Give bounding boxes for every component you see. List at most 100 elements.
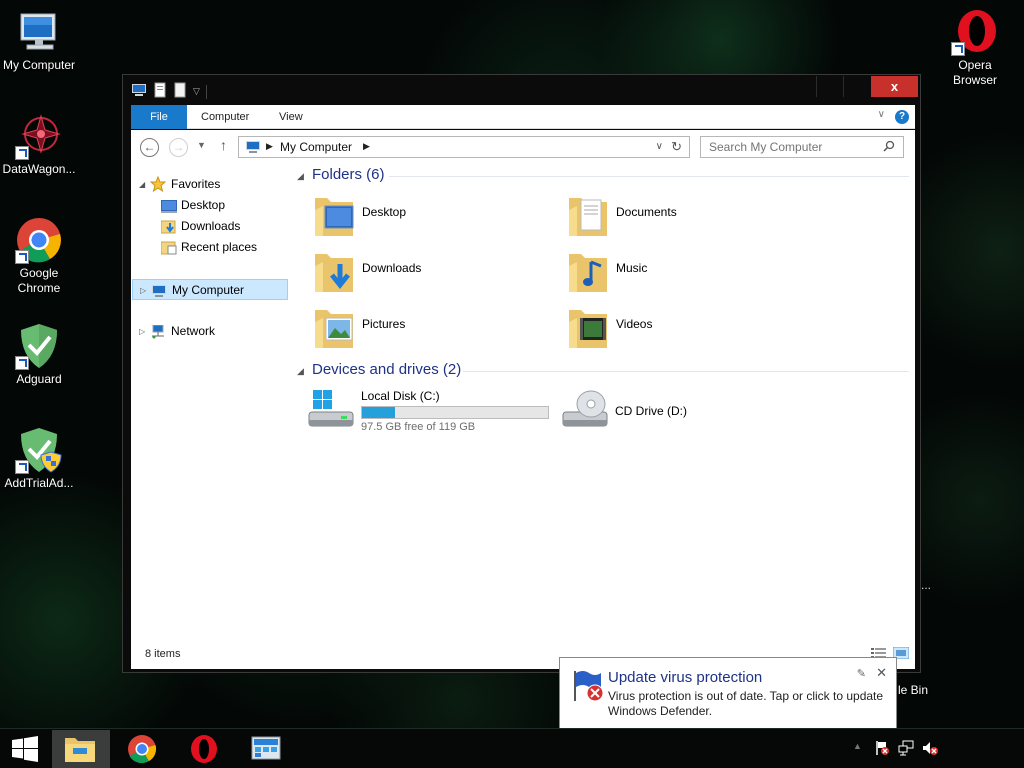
sidebar-item-label: My Computer xyxy=(172,283,245,297)
action-center-flag-icon xyxy=(571,669,605,706)
sidebar-item-downloads[interactable]: Downloads xyxy=(131,216,289,237)
ribbon-tabs: File Computer View ∨ ? xyxy=(131,105,915,129)
maximize-button[interactable] xyxy=(843,76,870,97)
desktop-icon-label: DataWagon... xyxy=(2,162,76,176)
computer-icon xyxy=(15,8,63,56)
folder-item[interactable]: Documents xyxy=(559,190,799,240)
settings-wrench-icon[interactable]: ✎ xyxy=(857,667,866,680)
explorer-window: ▽ x File Computer View ∨ ? ← → ▼ ↑ ▶ My … xyxy=(122,74,921,673)
forward-button[interactable]: → xyxy=(169,138,188,157)
shortcut-arrow-icon xyxy=(15,460,29,474)
address-dropdown-icon[interactable]: ∨ xyxy=(656,141,663,152)
group-title: Devices and drives (2) xyxy=(312,361,462,378)
search-box[interactable] xyxy=(700,136,904,158)
breadcrumb-arrow-icon[interactable]: ▶ xyxy=(363,141,370,152)
show-hidden-icons-chevron-icon[interactable]: ▲ xyxy=(853,741,862,751)
customize-qat-icon[interactable]: ▽ xyxy=(193,86,200,97)
refresh-icon[interactable]: ↻ xyxy=(671,139,682,155)
properties-icon[interactable] xyxy=(153,82,167,101)
computer-icon xyxy=(151,284,167,305)
folder-item[interactable]: Videos xyxy=(559,302,799,352)
folder-item[interactable]: Music xyxy=(559,246,799,296)
start-button[interactable] xyxy=(0,730,58,768)
breadcrumb-arrow-icon[interactable]: ▶ xyxy=(266,141,273,152)
taskbar-file-explorer[interactable] xyxy=(52,730,110,768)
drive-item-c[interactable]: Local Disk (C:) 97.5 GB free of 119 GB xyxy=(305,386,555,436)
videos-folder-icon xyxy=(567,304,611,350)
up-button[interactable]: ↑ xyxy=(220,137,227,153)
sidebar-item-recent-places[interactable]: Recent places xyxy=(131,237,289,258)
drive-label: CD Drive (D:) xyxy=(615,404,687,418)
main-pane: ◢ Folders (6) Desktop Documents Download… xyxy=(297,164,915,639)
drive-item-d[interactable]: CD Drive (D:) xyxy=(559,386,759,436)
folder-label: Downloads xyxy=(362,261,422,275)
recycle-bin-label[interactable]: le Bin xyxy=(898,683,928,697)
title-bar[interactable]: ▽ x xyxy=(123,75,920,105)
network-status-icon[interactable] xyxy=(898,740,914,759)
window-computer-icon[interactable] xyxy=(131,83,147,100)
folder-item[interactable]: Pictures xyxy=(305,302,545,352)
volume-muted-icon[interactable] xyxy=(922,740,938,759)
desktop-icon-adguard[interactable]: Adguard xyxy=(0,322,78,387)
desktop-icon-label: Opera Browser xyxy=(952,58,997,87)
search-icon[interactable] xyxy=(883,140,895,155)
computer-icon xyxy=(245,141,261,157)
folder-label: Desktop xyxy=(362,205,407,219)
desktop-icon-my-computer[interactable]: My Computer xyxy=(0,8,78,73)
music-folder-icon xyxy=(567,248,611,294)
shortcut-arrow-icon xyxy=(15,146,29,160)
sidebar-item-label: Network xyxy=(171,324,216,338)
desktop-icon-opera-browser[interactable]: Opera Browser xyxy=(936,8,1014,88)
help-icon[interactable]: ? xyxy=(895,110,909,124)
taskbar-control-panel[interactable] xyxy=(238,730,296,768)
folder-label: Documents xyxy=(616,205,677,219)
tab-file[interactable]: File xyxy=(131,105,187,129)
desktop-icon-datawagon[interactable]: DataWagon... xyxy=(0,112,78,177)
windows-logo-icon xyxy=(12,736,38,762)
sidebar-item-network[interactable]: ▷ Network xyxy=(131,321,289,342)
desktop-icon-label: Adguard xyxy=(16,372,62,386)
desktop-icon-google-chrome[interactable]: Google Chrome xyxy=(0,216,78,296)
sidebar-item-desktop[interactable]: Desktop xyxy=(131,195,289,216)
desktop-icon-addtrial[interactable]: AddTrialAd... xyxy=(0,426,78,491)
sidebar-item-my-computer[interactable]: ▷ My Computer xyxy=(132,279,288,300)
taskbar: ▲ xyxy=(0,728,1024,768)
back-button[interactable]: ← xyxy=(140,138,159,157)
taskbar-opera[interactable] xyxy=(176,730,234,768)
chevron-down-icon[interactable]: ∨ xyxy=(878,109,885,120)
collapse-arrow-icon[interactable]: ◢ xyxy=(297,171,304,182)
address-bar[interactable]: ▶ My Computer ▶ ∨ ↻ xyxy=(238,136,690,158)
sidebar-item-label: Desktop xyxy=(181,198,226,212)
sidebar-item-favorites[interactable]: ◢ Favorites xyxy=(131,174,289,195)
navigation-pane: ◢ Favorites Desktop Downloads Recent pla… xyxy=(131,164,289,624)
collapse-arrow-icon[interactable]: ◢ xyxy=(297,366,304,377)
action-center-alert-icon[interactable] xyxy=(874,740,890,759)
recent-places-icon xyxy=(160,241,177,262)
datawagon-icon xyxy=(15,112,63,160)
minimize-button[interactable] xyxy=(816,76,843,97)
tab-view[interactable]: View xyxy=(279,105,303,129)
search-input[interactable] xyxy=(703,138,879,156)
folder-item[interactable]: Downloads xyxy=(305,246,545,296)
drive-usage-fill xyxy=(362,407,396,418)
new-folder-icon[interactable] xyxy=(173,82,187,101)
collapse-arrow-icon[interactable]: ◢ xyxy=(139,174,145,195)
close-button[interactable]: x xyxy=(871,76,918,97)
breadcrumb[interactable]: My Computer xyxy=(280,140,352,154)
desktop-icon-label: AddTrialAd... xyxy=(4,476,74,490)
drive-label: Local Disk (C:) xyxy=(361,389,440,403)
close-icon[interactable]: ✕ xyxy=(876,665,887,681)
partial-desktop-label: ... xyxy=(921,578,932,592)
drive-usage-bar xyxy=(361,406,549,419)
file-explorer-icon xyxy=(65,738,95,762)
desktop-icon-label: My Computer xyxy=(2,58,76,72)
notification-toast[interactable]: Update virus protection Virus protection… xyxy=(559,657,897,729)
tab-computer[interactable]: Computer xyxy=(201,105,249,129)
expand-arrow-icon[interactable]: ▷ xyxy=(139,321,145,342)
taskbar-chrome[interactable] xyxy=(114,730,172,768)
downloads-folder-icon xyxy=(313,248,357,294)
recent-locations-icon[interactable]: ▼ xyxy=(197,140,206,150)
expand-arrow-icon[interactable]: ▷ xyxy=(140,280,146,301)
shortcut-arrow-icon xyxy=(951,42,965,56)
folder-item[interactable]: Desktop xyxy=(305,190,545,240)
